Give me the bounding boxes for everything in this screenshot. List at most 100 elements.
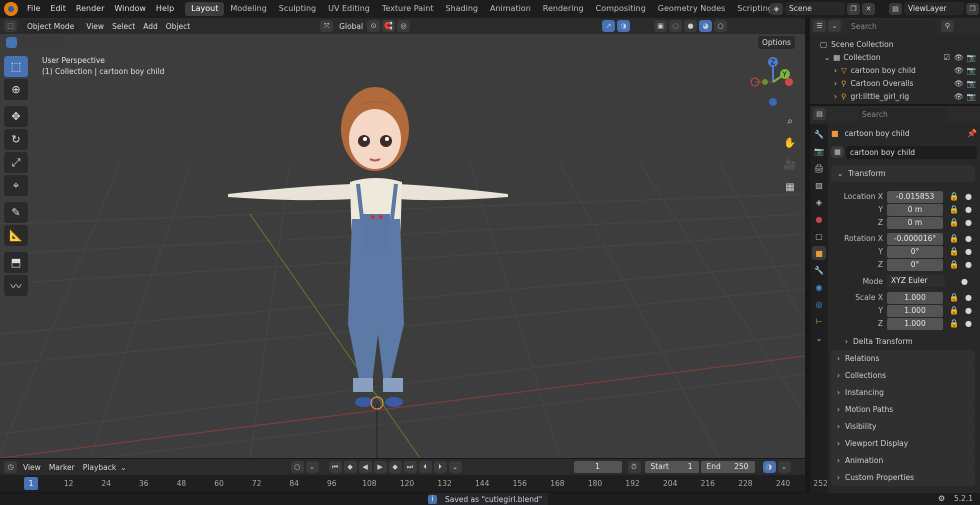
solid-shading-icon[interactable]: ●	[684, 20, 698, 32]
scene-tab-icon[interactable]: ◈	[812, 195, 826, 209]
curve-icon[interactable]: 〰	[4, 275, 28, 296]
render-camera-icon[interactable]: 📷	[967, 66, 976, 75]
menu-edit[interactable]: Edit	[45, 0, 71, 18]
tab-sculpting[interactable]: Sculpting	[273, 2, 322, 16]
section-motion-paths[interactable]: › Motion Paths	[831, 401, 975, 418]
current-frame-field[interactable]: 1	[573, 461, 622, 473]
outliner-item[interactable]: › ⚲ Cartoon Overalls 👁 📷	[820, 77, 976, 90]
section-instancing[interactable]: › Instancing	[831, 384, 975, 401]
cursor-icon[interactable]: ⊕	[4, 79, 28, 100]
next-keyframe-icon[interactable]: ⏵	[433, 461, 447, 473]
keyframe-dot-icon[interactable]: ●	[965, 205, 972, 214]
editor-type-icon[interactable]: ⬚	[4, 20, 17, 32]
data-tab-icon[interactable]: ⊢	[812, 314, 826, 328]
outliner-search-input[interactable]: Search	[847, 19, 937, 33]
more-tabs-icon[interactable]: ⌄	[812, 331, 826, 345]
lock-icon[interactable]: 🔒	[949, 234, 959, 243]
tab-layout[interactable]: Layout	[185, 2, 225, 16]
transform-panel-header[interactable]: ⌄ Transform	[831, 165, 975, 182]
select-box-icon[interactable]: ⬚	[4, 56, 28, 77]
outliner-item[interactable]: › ▽ cartoon boy child 👁 📷	[820, 64, 976, 77]
tab-uv-editing[interactable]: UV Editing	[322, 2, 376, 16]
prev-keyframe-icon[interactable]: ⏴	[418, 461, 432, 473]
keyframe-dot-icon[interactable]: ●	[965, 293, 972, 302]
transform-orientation-icon[interactable]: ⤧	[320, 20, 334, 32]
ortho-grid-icon[interactable]: ▦	[781, 178, 799, 196]
object-name-field[interactable]: cartoon boy child	[846, 145, 977, 159]
lock-icon[interactable]: 🔒	[949, 260, 959, 269]
world-tab-icon[interactable]: ●	[812, 212, 826, 226]
tab-texture-paint[interactable]: Texture Paint	[376, 2, 440, 16]
section-relations[interactable]: › Relations	[831, 350, 975, 367]
expand-icon[interactable]: ⌄	[824, 53, 830, 62]
lock-icon[interactable]: 🔒	[949, 218, 959, 227]
expand-icon[interactable]: ›	[834, 66, 837, 75]
visibility-eye-icon[interactable]: 👁	[954, 92, 964, 101]
rotate-icon[interactable]: ↻	[4, 129, 28, 150]
section-visibility[interactable]: › Visibility	[831, 418, 975, 435]
modifier-tab-icon[interactable]: 🔧	[812, 263, 826, 277]
select-subtract-icon[interactable]	[30, 37, 41, 48]
rotation-y-field[interactable]: 0°	[887, 245, 943, 258]
render-camera-icon[interactable]: 📷	[967, 53, 976, 62]
physics-tab-icon[interactable]: ◉	[812, 280, 826, 294]
viewport-menu-add[interactable]: Add	[139, 22, 162, 31]
jump-keyframe-back-icon[interactable]: ◆	[343, 461, 357, 473]
section-animation[interactable]: › Animation	[831, 452, 975, 469]
keyframe-dot-icon[interactable]: ●	[965, 192, 972, 201]
keyframe-dot-icon[interactable]: ●	[965, 218, 972, 227]
scene-icon[interactable]: ◈	[770, 2, 783, 15]
tab-rendering[interactable]: Rendering	[537, 2, 590, 16]
tab-animation[interactable]: Animation	[484, 2, 537, 16]
menu-window[interactable]: Window	[109, 0, 151, 18]
select-extend-icon[interactable]	[18, 37, 29, 48]
select-new-icon[interactable]	[6, 37, 17, 48]
view-layer-tab-icon[interactable]: ▨	[812, 178, 826, 192]
menu-file[interactable]: File	[22, 0, 45, 18]
outliner-collection[interactable]: ⌄ ▦ Collection ☑ 👁 📷	[820, 51, 976, 64]
annotate-icon[interactable]: ✎	[4, 202, 28, 223]
copy-view-layer-icon[interactable]: ❐	[966, 2, 979, 15]
section-delta-transform[interactable]: › Delta Transform	[831, 333, 975, 350]
scene-field[interactable]: Scene	[785, 2, 845, 15]
keyframe-dot-icon[interactable]: ●	[965, 306, 972, 315]
mode-selector[interactable]: Object Mode	[23, 19, 79, 33]
keyframe-dot-icon[interactable]: ●	[965, 234, 972, 243]
visibility-eye-icon[interactable]: 👁	[954, 53, 964, 62]
outliner-options-icon[interactable]: ⚲	[941, 20, 954, 32]
object-type-icon[interactable]: ▦	[831, 146, 844, 158]
timeline-editor-icon[interactable]: ◷	[4, 461, 17, 473]
timeline-filter-icon[interactable]: ⌄	[777, 461, 791, 473]
transform-orientation[interactable]: Global	[335, 22, 367, 31]
view-layer-field[interactable]: ViewLayer	[904, 2, 964, 15]
scale-y-field[interactable]: 1.000	[887, 304, 943, 317]
visibility-eye-icon[interactable]: 👁	[954, 66, 964, 75]
rotation-mode-select[interactable]: XYZ Euler	[887, 275, 945, 287]
outliner-filter-icon[interactable]: ⌄	[828, 20, 841, 32]
location-z-field[interactable]: 0 m	[887, 216, 943, 229]
snap-icon[interactable]: 🧲	[382, 20, 396, 32]
overlay-toggle-icon[interactable]: ◑	[617, 20, 631, 32]
location-y-field[interactable]: 0 m	[887, 203, 943, 216]
menu-render[interactable]: Render	[71, 0, 109, 18]
visibility-eye-icon[interactable]: 👁	[954, 79, 964, 88]
play-icon[interactable]: ▶	[373, 461, 387, 473]
keyframe-dot-icon[interactable]: ●	[961, 277, 968, 286]
lock-icon[interactable]: 🔒	[949, 306, 959, 315]
scale-z-field[interactable]: 1.000	[887, 317, 943, 330]
tab-shading[interactable]: Shading	[439, 2, 484, 16]
rendered-shading-icon[interactable]: ○	[714, 20, 728, 32]
copy-scene-icon[interactable]: ❐	[847, 2, 860, 15]
render-camera-icon[interactable]: 📷	[967, 92, 976, 101]
camera-view-icon[interactable]: 🎥	[781, 156, 799, 174]
keying-set-icon[interactable]: ⌄	[305, 461, 319, 473]
scale-x-field[interactable]: 1.000	[887, 291, 943, 304]
delete-scene-icon[interactable]: ✕	[862, 2, 875, 15]
tab-geometry-nodes[interactable]: Geometry Nodes	[652, 2, 731, 16]
timeline-menu-playback[interactable]: Playback	[79, 463, 120, 472]
zoom-icon[interactable]: ⌕	[781, 112, 799, 130]
keyframe-dot-icon[interactable]: ●	[965, 260, 972, 269]
lock-icon[interactable]: 🔒	[949, 205, 959, 214]
constraints-tab-icon[interactable]: ◎	[812, 297, 826, 311]
transform-icon[interactable]: ⌖	[4, 175, 28, 196]
